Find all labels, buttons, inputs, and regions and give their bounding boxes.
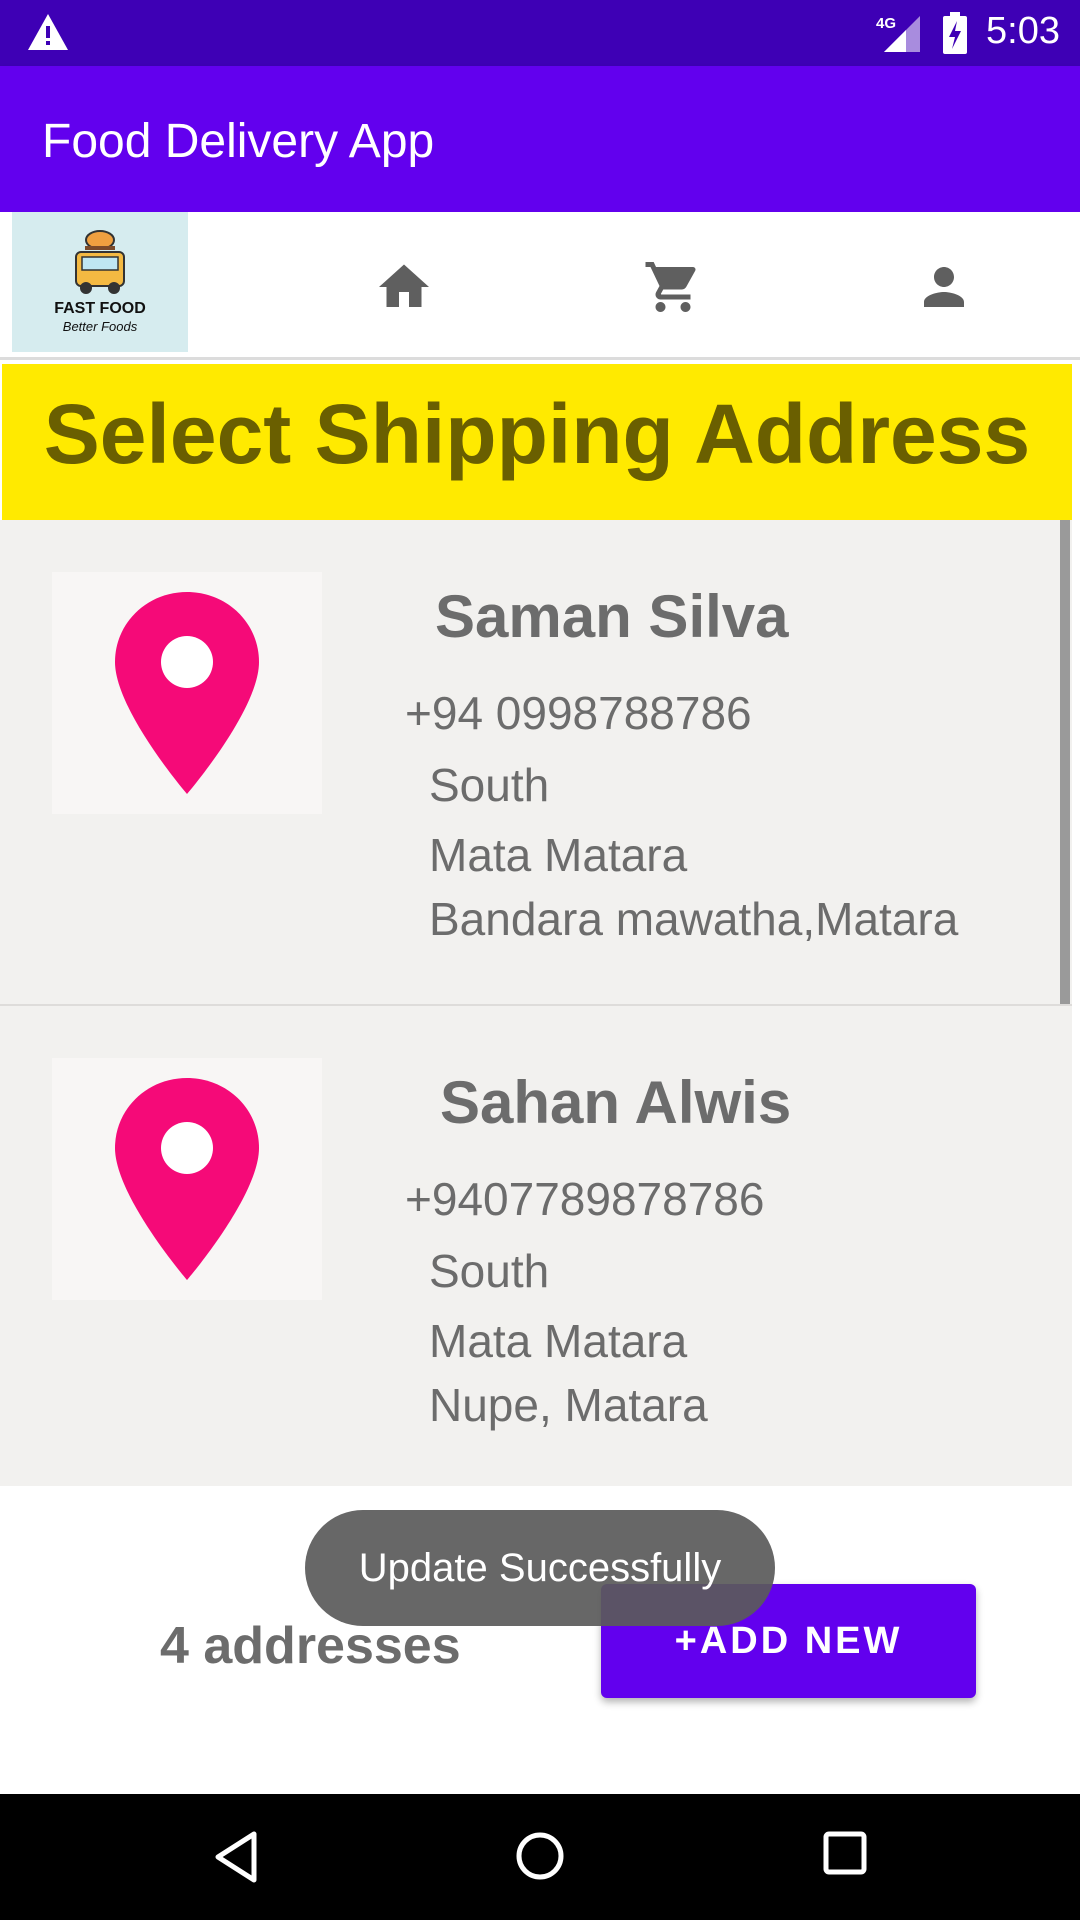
svg-text:4G: 4G xyxy=(876,15,896,32)
location-pin-icon xyxy=(115,1078,259,1280)
person-icon[interactable] xyxy=(914,257,974,317)
recents-icon[interactable] xyxy=(822,1830,868,1876)
page-header: Select Shipping Address xyxy=(2,364,1072,520)
scrollbar[interactable] xyxy=(1060,520,1070,1004)
status-bar: 4G 5:03 xyxy=(0,0,1080,66)
food-truck-icon xyxy=(75,230,125,294)
signal-icon: 4G xyxy=(876,15,920,52)
back-icon[interactable] xyxy=(212,1830,260,1884)
address-street: Bandara mawatha,Matara xyxy=(429,893,959,945)
location-pin-tile xyxy=(52,572,322,814)
home-icon[interactable] xyxy=(374,257,434,317)
app-title: Food Delivery App xyxy=(42,115,435,168)
logo-text: FAST FOOD xyxy=(54,300,146,317)
address-street: Nupe, Matara xyxy=(429,1379,708,1431)
address-card[interactable]: Sahan Alwis +9407789878786 South Mata Ma… xyxy=(0,1004,1072,1488)
address-city: Mata Matara xyxy=(429,829,688,881)
address-list: Saman Silva +94 0998788786 South Mata Ma… xyxy=(0,520,1072,1486)
warning-icon xyxy=(28,14,68,50)
home-circle-icon[interactable] xyxy=(514,1830,566,1882)
address-phone: +9407789878786 xyxy=(405,1173,765,1225)
app-bar: Food Delivery App xyxy=(0,66,1080,212)
logo-tagline: Better Foods xyxy=(62,319,138,334)
location-pin-tile xyxy=(52,1058,322,1300)
battery-icon xyxy=(943,12,967,54)
toast-message: Update Successfully xyxy=(305,1510,775,1626)
clock: 5:03 xyxy=(986,10,1060,52)
address-province: South xyxy=(429,759,550,811)
cart-icon[interactable] xyxy=(643,257,703,317)
address-phone: +94 0998788786 xyxy=(405,687,752,739)
address-province: South xyxy=(429,1245,550,1297)
address-name: Saman Silva xyxy=(435,583,789,650)
app-logo[interactable]: FAST FOOD Better Foods xyxy=(12,212,188,352)
page-title: Select Shipping Address xyxy=(43,387,1031,481)
address-name: Sahan Alwis xyxy=(440,1069,792,1136)
system-nav-bar xyxy=(0,1794,1080,1920)
location-pin-icon xyxy=(115,592,259,794)
address-card[interactable]: Saman Silva +94 0998788786 South Mata Ma… xyxy=(0,520,1072,1004)
top-nav: FAST FOOD Better Foods xyxy=(0,212,1080,360)
address-city: Mata Matara xyxy=(429,1315,688,1367)
